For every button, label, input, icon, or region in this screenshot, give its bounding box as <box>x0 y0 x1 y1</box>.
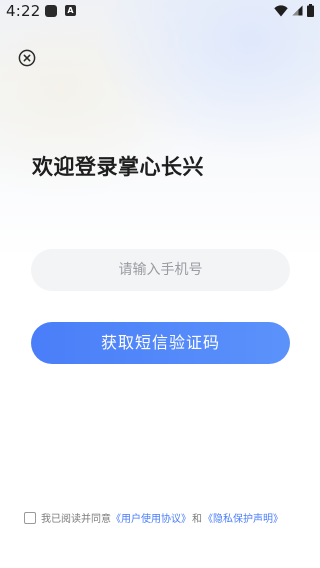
notification-app-icon <box>45 5 57 17</box>
page-title: 欢迎登录掌心长兴 <box>32 155 204 179</box>
agreement-and-text: 和 <box>192 514 202 525</box>
user-agreement-link[interactable]: 《用户使用协议》 <box>111 510 191 525</box>
status-time: 4:22 <box>6 2 41 20</box>
notification-a-icon: A <box>65 5 76 16</box>
header-background <box>0 0 320 260</box>
status-bar: 4:22 A <box>0 0 320 24</box>
wifi-icon <box>274 4 288 16</box>
privacy-statement-link[interactable]: 《隐私保护声明》 <box>203 510 283 525</box>
status-indicators <box>274 4 314 17</box>
close-button[interactable] <box>18 49 36 67</box>
agreement-prefix-text: 我已阅读并同意 <box>41 514 111 525</box>
signal-icon <box>292 5 303 16</box>
get-sms-code-button[interactable]: 获取短信验证码 <box>31 322 290 364</box>
agreement-row: 我已阅读并同意 《用户使用协议》 和 《隐私保护声明》 <box>24 510 314 525</box>
phone-number-input[interactable] <box>31 249 290 291</box>
agreement-checkbox[interactable] <box>24 511 36 524</box>
close-circle-icon <box>18 49 36 67</box>
battery-icon <box>307 4 314 17</box>
